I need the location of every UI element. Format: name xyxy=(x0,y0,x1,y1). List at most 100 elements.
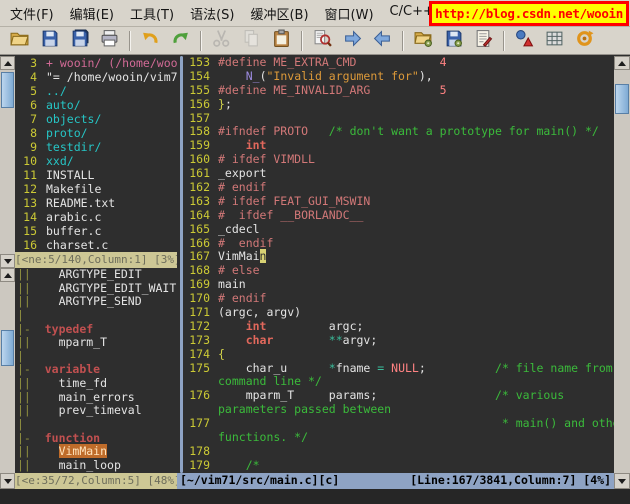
taglist-pane[interactable]: || ARGTYPE_EDIT || ARGTYPE_EDIT_WAIT || AR… xyxy=(15,268,177,473)
menu-item-tools[interactable]: 工具(T) xyxy=(122,0,182,27)
explorer-file-row[interactable]: 4 "= /home/wooin/vim71/ xyxy=(15,70,177,84)
code-line[interactable]: 166 # endif xyxy=(186,236,614,251)
code-scrollbar[interactable] xyxy=(614,56,630,489)
code-line[interactable]: 156}; xyxy=(186,97,614,112)
explorer-file-row[interactable]: 3 + wooin/ (/home/wooin xyxy=(15,56,177,70)
scroll-down-button[interactable] xyxy=(0,473,15,489)
vertical-split-separator[interactable] xyxy=(177,56,186,473)
code-line[interactable]: 174 { xyxy=(186,347,614,362)
taglist-tag-row[interactable]: | xyxy=(15,417,177,432)
code-line[interactable]: 177 * main() and other xyxy=(186,416,614,431)
menu-item-file[interactable]: 文件(F) xyxy=(2,0,62,27)
menu-item-window[interactable]: 窗口(W) xyxy=(317,0,382,27)
taglist-scrollbar[interactable] xyxy=(0,268,15,489)
segment-p xyxy=(218,69,246,83)
taglist-tag-row[interactable]: || prev_timeval xyxy=(15,404,177,418)
code-line[interactable]: 160 # ifdef VIMDLL xyxy=(186,152,614,167)
explorer-scrollbar[interactable] xyxy=(0,56,15,268)
taglist-tag-row[interactable]: || main_loop xyxy=(15,458,177,473)
code-line[interactable]: 163 # ifdef FEAT_GUI_MSWIN xyxy=(186,194,614,209)
tag-jump-button[interactable] xyxy=(571,29,598,53)
command-line[interactable] xyxy=(0,489,630,504)
scroll-down-button[interactable] xyxy=(0,254,15,268)
taglist-tag-row[interactable]: |- function xyxy=(15,431,177,446)
code-line[interactable]: 154 N_("Invalid argument for"), xyxy=(186,69,614,84)
explorer-file-row[interactable]: 13 README.txt xyxy=(15,196,177,210)
taglist-tag-row[interactable]: |- variable xyxy=(15,363,177,377)
explorer-file-row[interactable]: 8 proto/ xyxy=(15,126,177,140)
code-line[interactable]: 157 xyxy=(186,111,614,126)
code-line[interactable]: 179 /* xyxy=(186,458,614,473)
explorer-file-row[interactable]: 10 xxd/ xyxy=(15,154,177,168)
segment-tag: prev_timeval xyxy=(58,403,142,418)
scroll-up-button[interactable] xyxy=(0,56,15,70)
find-prev-button[interactable] xyxy=(369,29,396,53)
build-tags-button[interactable] xyxy=(541,29,568,53)
file-explorer-pane[interactable]: 3 + wooin/ (/home/wooin 4 "= /home/wooin/vi… xyxy=(15,56,177,252)
save-button[interactable] xyxy=(36,29,63,53)
code-pane[interactable]: 153 #define ME_EXTRA_CMD 4 154 N_("Invalid… xyxy=(186,56,614,473)
code-line[interactable]: 162 # endif xyxy=(186,180,614,195)
code-line[interactable]: 159 int xyxy=(186,138,614,153)
explorer-file-row[interactable]: 14 arabic.c xyxy=(15,210,177,224)
code-line[interactable]: functions. */ xyxy=(186,430,614,445)
undo-button[interactable] xyxy=(137,29,164,53)
taglist-tag-row[interactable]: | xyxy=(15,308,177,323)
code-line[interactable]: 155 #define ME_INVALID_ARG 5 xyxy=(186,83,614,98)
open-button[interactable] xyxy=(6,29,33,53)
explorer-file-row[interactable]: 5 ../ xyxy=(15,84,177,98)
code-line[interactable]: 171 (argc, argv) xyxy=(186,305,614,320)
explorer-file-row[interactable]: 15 buffer.c xyxy=(15,224,177,238)
explorer-file-row[interactable]: 7 objects/ xyxy=(15,112,177,126)
save-session-button[interactable] xyxy=(440,29,467,53)
make-button[interactable] xyxy=(511,29,538,53)
code-line[interactable]: parameters passed between xyxy=(186,402,614,417)
redo-button[interactable] xyxy=(167,29,194,53)
scroll-up-button[interactable] xyxy=(614,56,630,70)
code-line[interactable]: 170 # endif xyxy=(186,291,614,306)
taglist-tag-row[interactable]: || mparm_T xyxy=(15,335,177,350)
code-line[interactable]: 169 main xyxy=(186,277,614,292)
taglist-tag-row[interactable]: || ARGTYPE_SEND xyxy=(15,294,177,309)
code-line[interactable]: 172 int argc; xyxy=(186,319,614,334)
find-next-button[interactable] xyxy=(339,29,366,53)
scroll-up-button[interactable] xyxy=(0,268,15,282)
explorer-file-row[interactable]: 9 testdir/ xyxy=(15,140,177,154)
explorer-file-row[interactable]: 6 auto/ xyxy=(15,98,177,112)
run-script-button[interactable] xyxy=(470,29,497,53)
taglist-tag-row[interactable]: | xyxy=(15,349,177,364)
taglist-tag-row[interactable]: || ARGTYPE_EDIT_WAIT xyxy=(15,281,177,296)
code-line[interactable]: command line */ xyxy=(186,375,614,389)
scrollbar-thumb[interactable] xyxy=(615,84,629,114)
load-session-button[interactable] xyxy=(410,29,437,53)
find-replace-button[interactable] xyxy=(309,29,336,53)
explorer-file-row[interactable]: 12 Makefile xyxy=(15,182,177,196)
code-line[interactable]: 178 xyxy=(186,444,614,459)
code-line[interactable]: 168 # else xyxy=(186,263,614,278)
scrollbar-thumb[interactable] xyxy=(1,72,14,108)
code-line[interactable]: 161 _export xyxy=(186,166,614,181)
taglist-tag-row[interactable]: || main_errors xyxy=(15,390,177,405)
code-line[interactable]: 158 #ifndef PROTO /* don't want a prototy… xyxy=(186,125,614,139)
menu-item-edit[interactable]: 编辑(E) xyxy=(62,0,122,27)
taglist-tag-row[interactable]: || ARGTYPE_EDIT xyxy=(15,268,177,282)
print-button[interactable] xyxy=(96,29,123,53)
code-line[interactable]: 175 char_u *fname = NULL; /* file name f… xyxy=(186,361,614,376)
code-line[interactable]: 165 _cdecl xyxy=(186,222,614,237)
scrollbar-thumb[interactable] xyxy=(1,330,14,366)
code-line[interactable]: 167 VimMain xyxy=(186,249,614,264)
code-line[interactable]: 173 char **argv; xyxy=(186,333,614,348)
scroll-down-button[interactable] xyxy=(614,473,630,489)
menu-item-syntax[interactable]: 语法(S) xyxy=(182,0,242,27)
explorer-file-row[interactable]: 11 INSTALL xyxy=(15,168,177,182)
save-all-button[interactable] xyxy=(66,29,93,53)
code-line[interactable]: 164 # ifdef __BORLANDC__ xyxy=(186,208,614,223)
taglist-tag-row[interactable]: || VimMain xyxy=(15,444,177,459)
paste-button[interactable] xyxy=(268,29,295,53)
taglist-tag-row[interactable]: |- typedef xyxy=(15,322,177,337)
explorer-file-row[interactable]: 16 charset.c xyxy=(15,238,177,252)
code-line[interactable]: 176 mparm_T params; /* various xyxy=(186,388,614,403)
menu-item-buffers[interactable]: 缓冲区(B) xyxy=(242,0,316,27)
taglist-tag-row[interactable]: || time_fd xyxy=(15,376,177,391)
code-line[interactable]: 153 #define ME_EXTRA_CMD 4 xyxy=(186,56,614,70)
